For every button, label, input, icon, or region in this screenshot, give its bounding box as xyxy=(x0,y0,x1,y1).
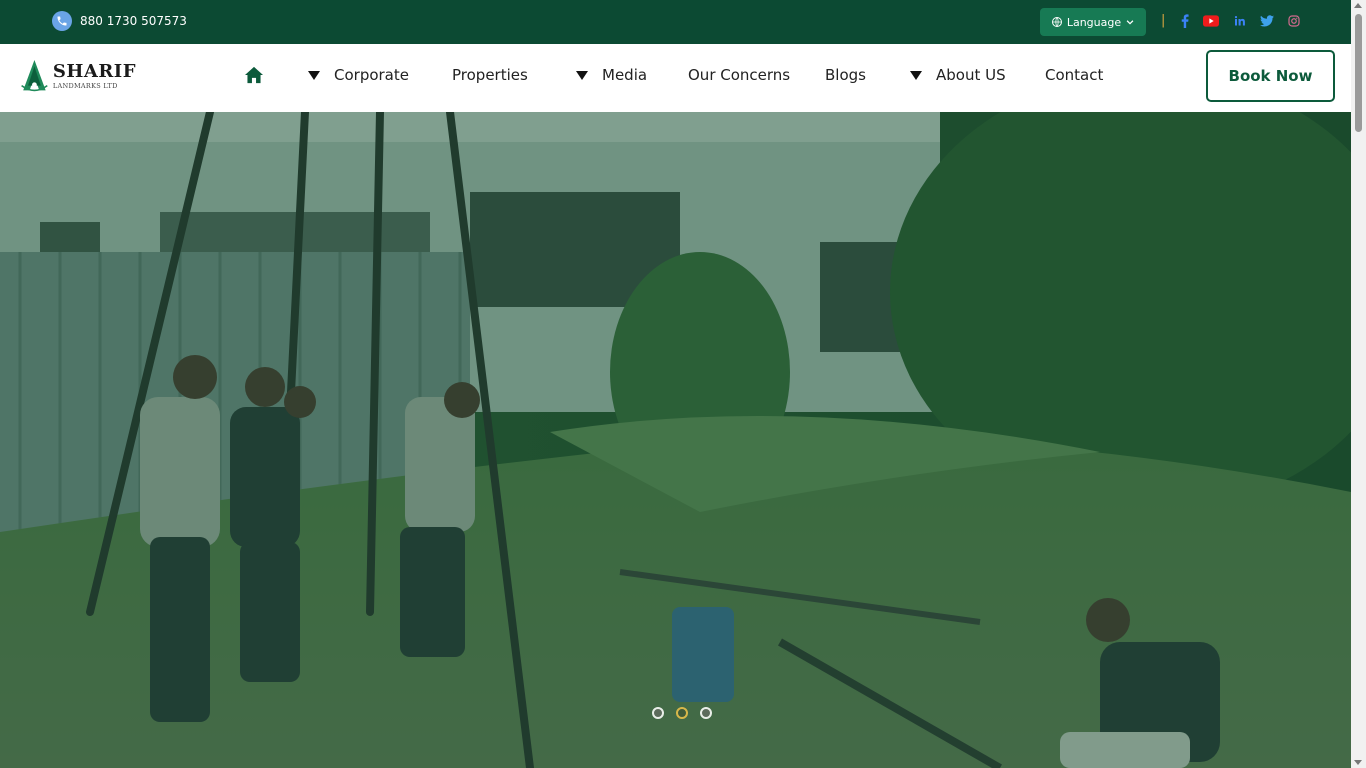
scroll-down-arrow-icon[interactable] xyxy=(1354,760,1362,765)
nav-label: Properties xyxy=(452,66,528,84)
nav-properties[interactable]: Properties xyxy=(452,66,528,84)
caret-down-icon xyxy=(910,70,922,80)
hero-slider xyxy=(0,112,1351,768)
phone-number: 880 1730 507573 xyxy=(80,14,187,28)
nav-label: About US xyxy=(936,66,1006,84)
page: 880 1730 507573 Language | SHARIF LANDMA… xyxy=(0,0,1366,768)
linkedin-icon[interactable] xyxy=(1231,13,1247,29)
divider: | xyxy=(1161,13,1166,28)
scroll-up-arrow-icon[interactable] xyxy=(1354,3,1362,8)
hero-image xyxy=(0,112,1351,768)
logo-mark-icon xyxy=(21,59,48,92)
logo-subtitle: LANDMARKS LTD xyxy=(52,81,118,90)
twitter-icon[interactable] xyxy=(1259,13,1275,29)
book-now-button[interactable]: Book Now xyxy=(1206,50,1335,102)
nav-corporate[interactable]: Corporate xyxy=(308,66,409,84)
globe-icon xyxy=(1051,17,1062,27)
phone-icon xyxy=(52,11,72,31)
slide-dot-1[interactable] xyxy=(652,707,664,719)
home-icon[interactable] xyxy=(244,66,264,86)
slide-dot-3[interactable] xyxy=(700,707,712,719)
nav-contact[interactable]: Contact xyxy=(1045,66,1103,84)
nav-blogs[interactable]: Blogs xyxy=(825,66,866,84)
nav-label: Contact xyxy=(1045,66,1104,84)
scrollbar-thumb[interactable] xyxy=(1355,14,1362,132)
language-label: Language xyxy=(1066,15,1122,29)
phone-contact[interactable]: 880 1730 507573 xyxy=(52,11,187,31)
instagram-icon[interactable] xyxy=(1286,13,1302,29)
chevron-down-icon xyxy=(1126,20,1134,25)
caret-down-icon xyxy=(308,70,320,80)
language-button[interactable]: Language xyxy=(1040,8,1146,36)
nav-our-concerns[interactable]: Our Concerns xyxy=(688,66,790,84)
logo[interactable]: SHARIF LANDMARKS LTD xyxy=(20,52,136,100)
nav-label: Blogs xyxy=(825,66,866,84)
slide-dot-2[interactable] xyxy=(676,707,688,719)
nav-label: Media xyxy=(602,66,648,84)
slider-pagination xyxy=(652,707,712,719)
nav-label: Corporate xyxy=(334,66,409,84)
top-bar: 880 1730 507573 Language | xyxy=(0,0,1351,44)
nav-label: Our Concerns xyxy=(688,66,791,84)
page-scrollbar[interactable] xyxy=(1351,0,1366,768)
nav-media[interactable]: Media xyxy=(576,66,647,84)
nav-about-us[interactable]: About US xyxy=(910,66,1006,84)
logo-name: SHARIF xyxy=(52,60,136,82)
main-navbar: SHARIF LANDMARKS LTD Corporate Propertie… xyxy=(0,44,1351,112)
caret-down-icon xyxy=(576,70,588,80)
facebook-icon[interactable] xyxy=(1177,13,1193,29)
youtube-icon[interactable] xyxy=(1203,13,1219,29)
